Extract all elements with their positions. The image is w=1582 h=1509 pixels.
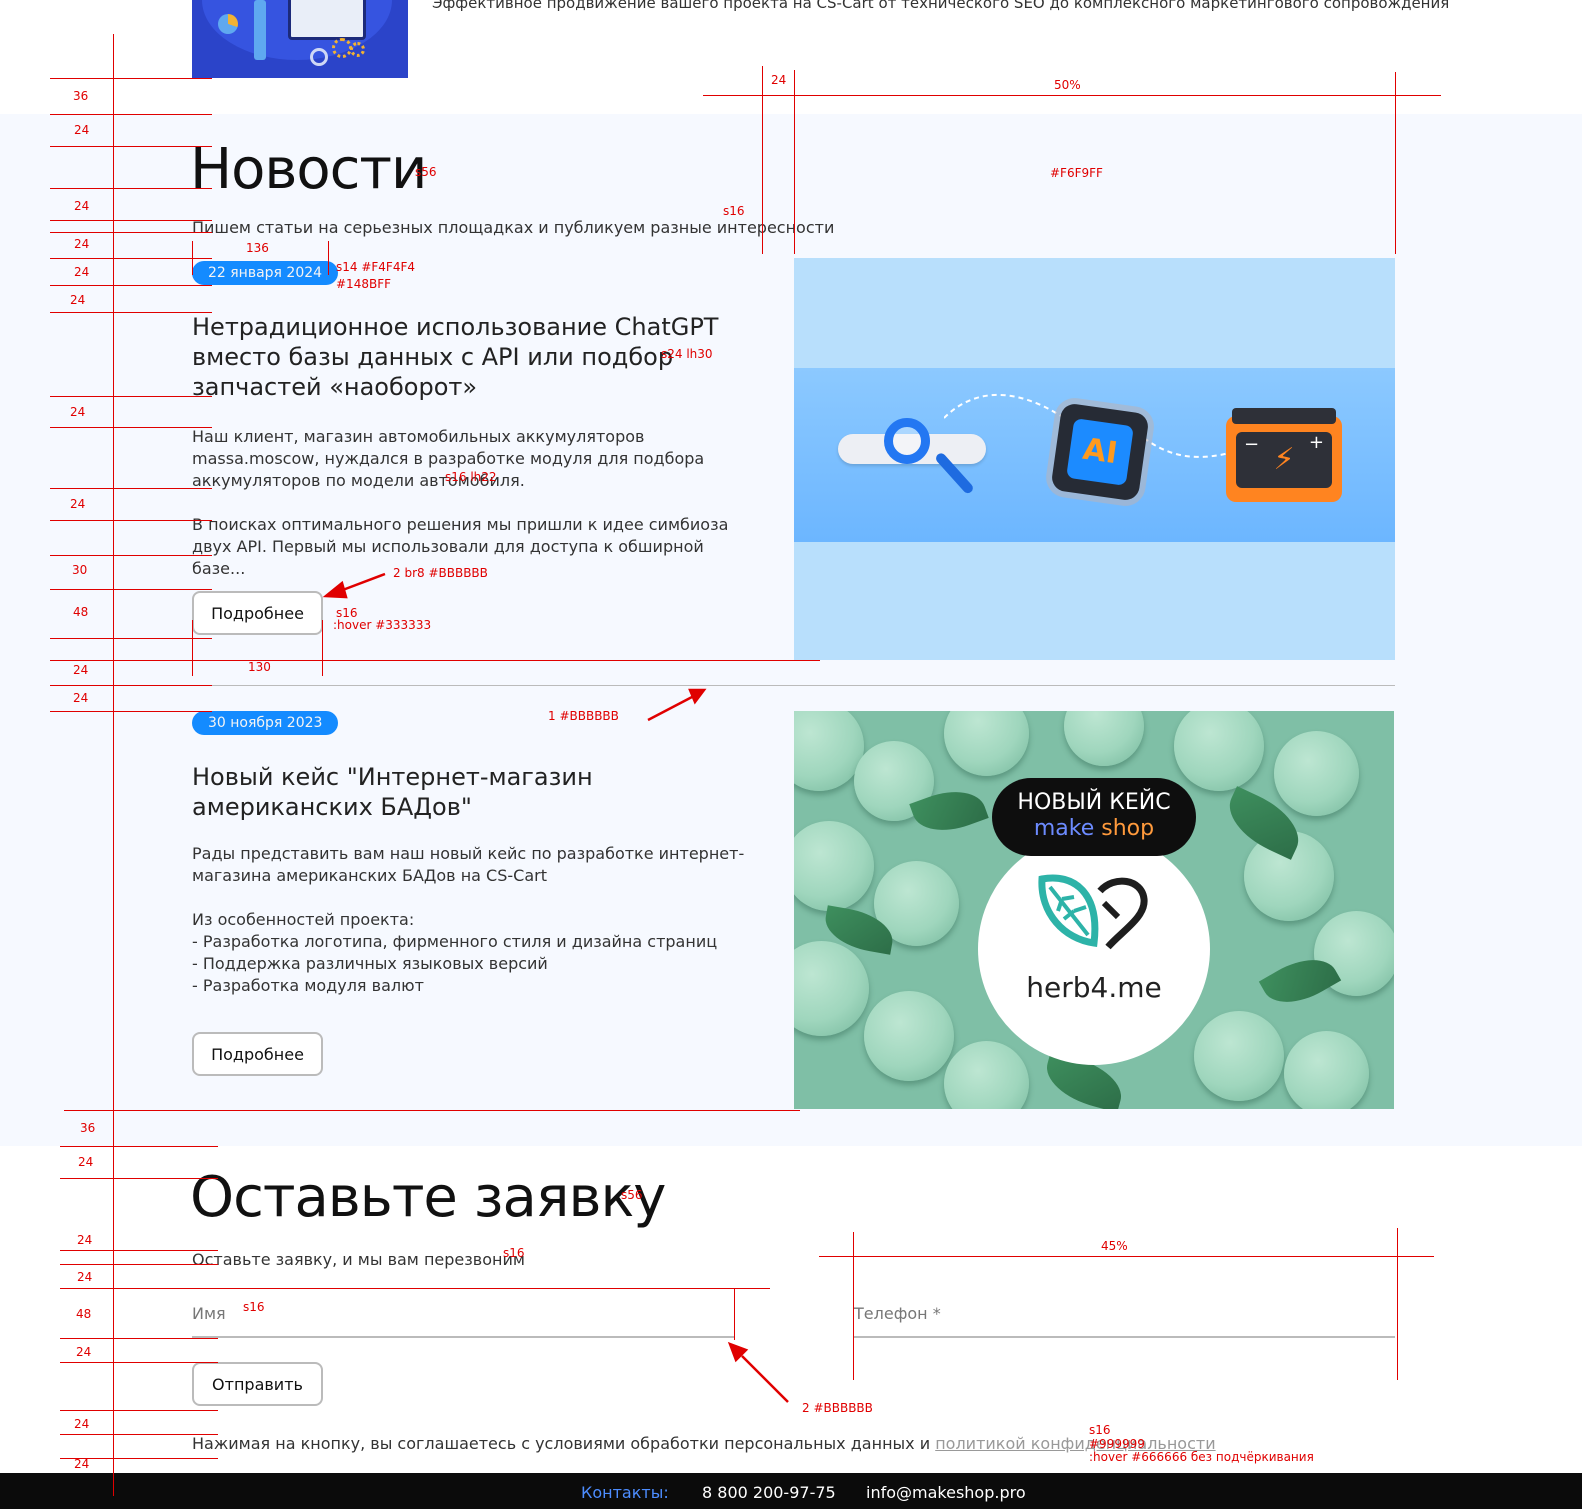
annotation-arrows [322, 572, 789, 1403]
